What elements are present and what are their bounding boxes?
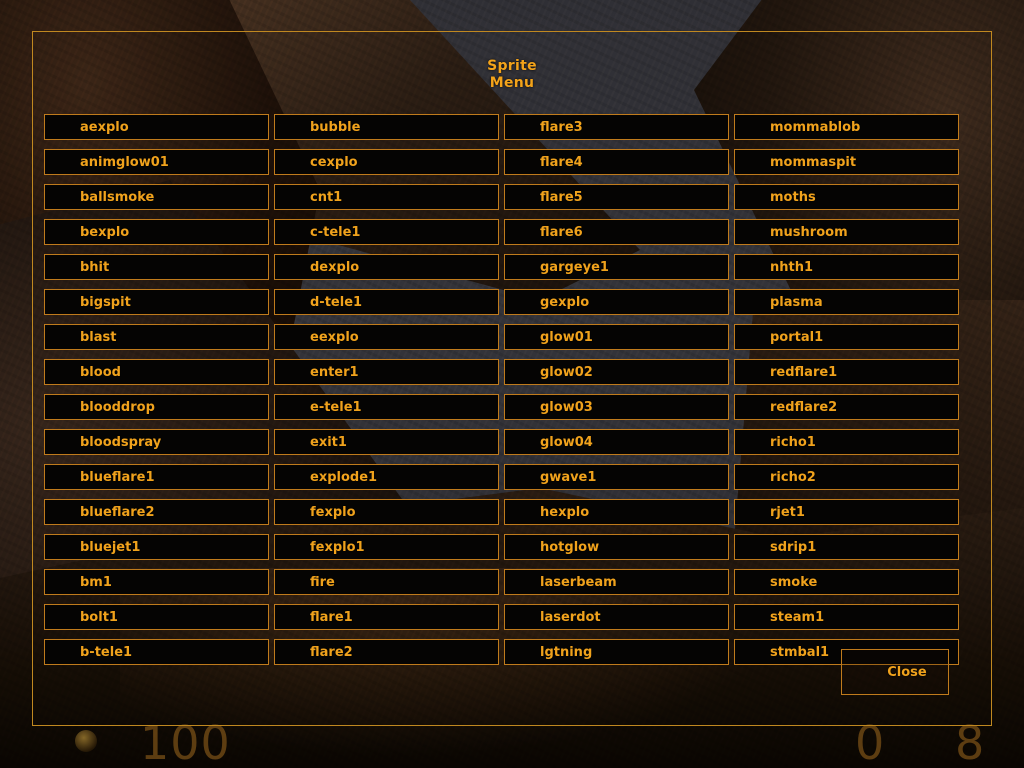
sprite-button[interactable]: blood [44,359,269,385]
sprite-button[interactable]: lgtning [504,639,729,665]
sprite-button[interactable]: mommablob [734,114,959,140]
sprite-button[interactable]: bubble [274,114,499,140]
sprite-button[interactable]: b-tele1 [44,639,269,665]
sprite-button[interactable]: hotglow [504,534,729,560]
sprite-button[interactable]: ballsmoke [44,184,269,210]
sprite-button[interactable]: d-tele1 [274,289,499,315]
sprite-button[interactable]: mushroom [734,219,959,245]
sprite-button[interactable]: mommaspit [734,149,959,175]
sprite-button[interactable]: blast [44,324,269,350]
sprite-button[interactable]: gexplo [504,289,729,315]
sprite-button[interactable]: flare3 [504,114,729,140]
sprite-button[interactable]: blueflare2 [44,499,269,525]
sprite-button[interactable]: gwave1 [504,464,729,490]
sprite-button[interactable]: explode1 [274,464,499,490]
sprite-button[interactable]: richo1 [734,429,959,455]
sprite-button[interactable]: hexplo [504,499,729,525]
sprite-button[interactable]: bhit [44,254,269,280]
sprite-button[interactable]: bm1 [44,569,269,595]
sprite-button[interactable]: dexplo [274,254,499,280]
sprite-button[interactable]: exit1 [274,429,499,455]
sprite-button[interactable]: redflare2 [734,394,959,420]
sprite-button[interactable]: c-tele1 [274,219,499,245]
sprite-button[interactable]: bolt1 [44,604,269,630]
sprite-button[interactable]: blooddrop [44,394,269,420]
close-button[interactable]: Close [841,649,949,695]
sprite-button[interactable]: flare6 [504,219,729,245]
sprite-button[interactable]: cexplo [274,149,499,175]
sprite-button[interactable]: glow04 [504,429,729,455]
sprite-button[interactable]: animglow01 [44,149,269,175]
sprite-button[interactable]: richo2 [734,464,959,490]
sprite-button[interactable]: flare5 [504,184,729,210]
sprite-button[interactable]: fexplo [274,499,499,525]
sprite-button[interactable]: glow03 [504,394,729,420]
sprite-button[interactable]: blueflare1 [44,464,269,490]
sprite-button[interactable]: glow02 [504,359,729,385]
sprite-button[interactable]: rjet1 [734,499,959,525]
sprite-button[interactable]: nhth1 [734,254,959,280]
page-title-line2: Menu [489,75,535,91]
sprite-button[interactable]: bigspit [44,289,269,315]
page-title: Sprite Menu [33,58,991,92]
sprite-button[interactable]: aexplo [44,114,269,140]
sprite-button[interactable]: laserbeam [504,569,729,595]
sprite-button[interactable]: flare2 [274,639,499,665]
sprite-button[interactable]: bloodspray [44,429,269,455]
page-title-line1: Sprite [487,58,537,74]
sprite-button[interactable]: e-tele1 [274,394,499,420]
sprite-button[interactable]: fire [274,569,499,595]
sprite-button[interactable]: smoke [734,569,959,595]
sprite-button[interactable]: cnt1 [274,184,499,210]
sprite-button[interactable]: eexplo [274,324,499,350]
sprite-button-grid: aexplo bubble flare3 mommablob animglow01 cex… [44,114,982,665]
sprite-button[interactable]: flare4 [504,149,729,175]
sprite-button[interactable]: plasma [734,289,959,315]
sprite-button[interactable]: bexplo [44,219,269,245]
sprite-button[interactable]: sdrip1 [734,534,959,560]
sprite-button[interactable]: fexplo1 [274,534,499,560]
sprite-button[interactable]: bluejet1 [44,534,269,560]
sprite-button[interactable]: enter1 [274,359,499,385]
sprite-button[interactable]: portal1 [734,324,959,350]
sprite-button[interactable]: moths [734,184,959,210]
sprite-button[interactable]: glow01 [504,324,729,350]
sprite-button[interactable]: gargeye1 [504,254,729,280]
sprite-button[interactable]: flare1 [274,604,499,630]
sprite-menu-panel: Sprite Menu aexplo bubble flare3 mommablob a… [32,31,992,726]
sprite-button[interactable]: laserdot [504,604,729,630]
sprite-button[interactable]: steam1 [734,604,959,630]
sprite-button[interactable]: redflare1 [734,359,959,385]
